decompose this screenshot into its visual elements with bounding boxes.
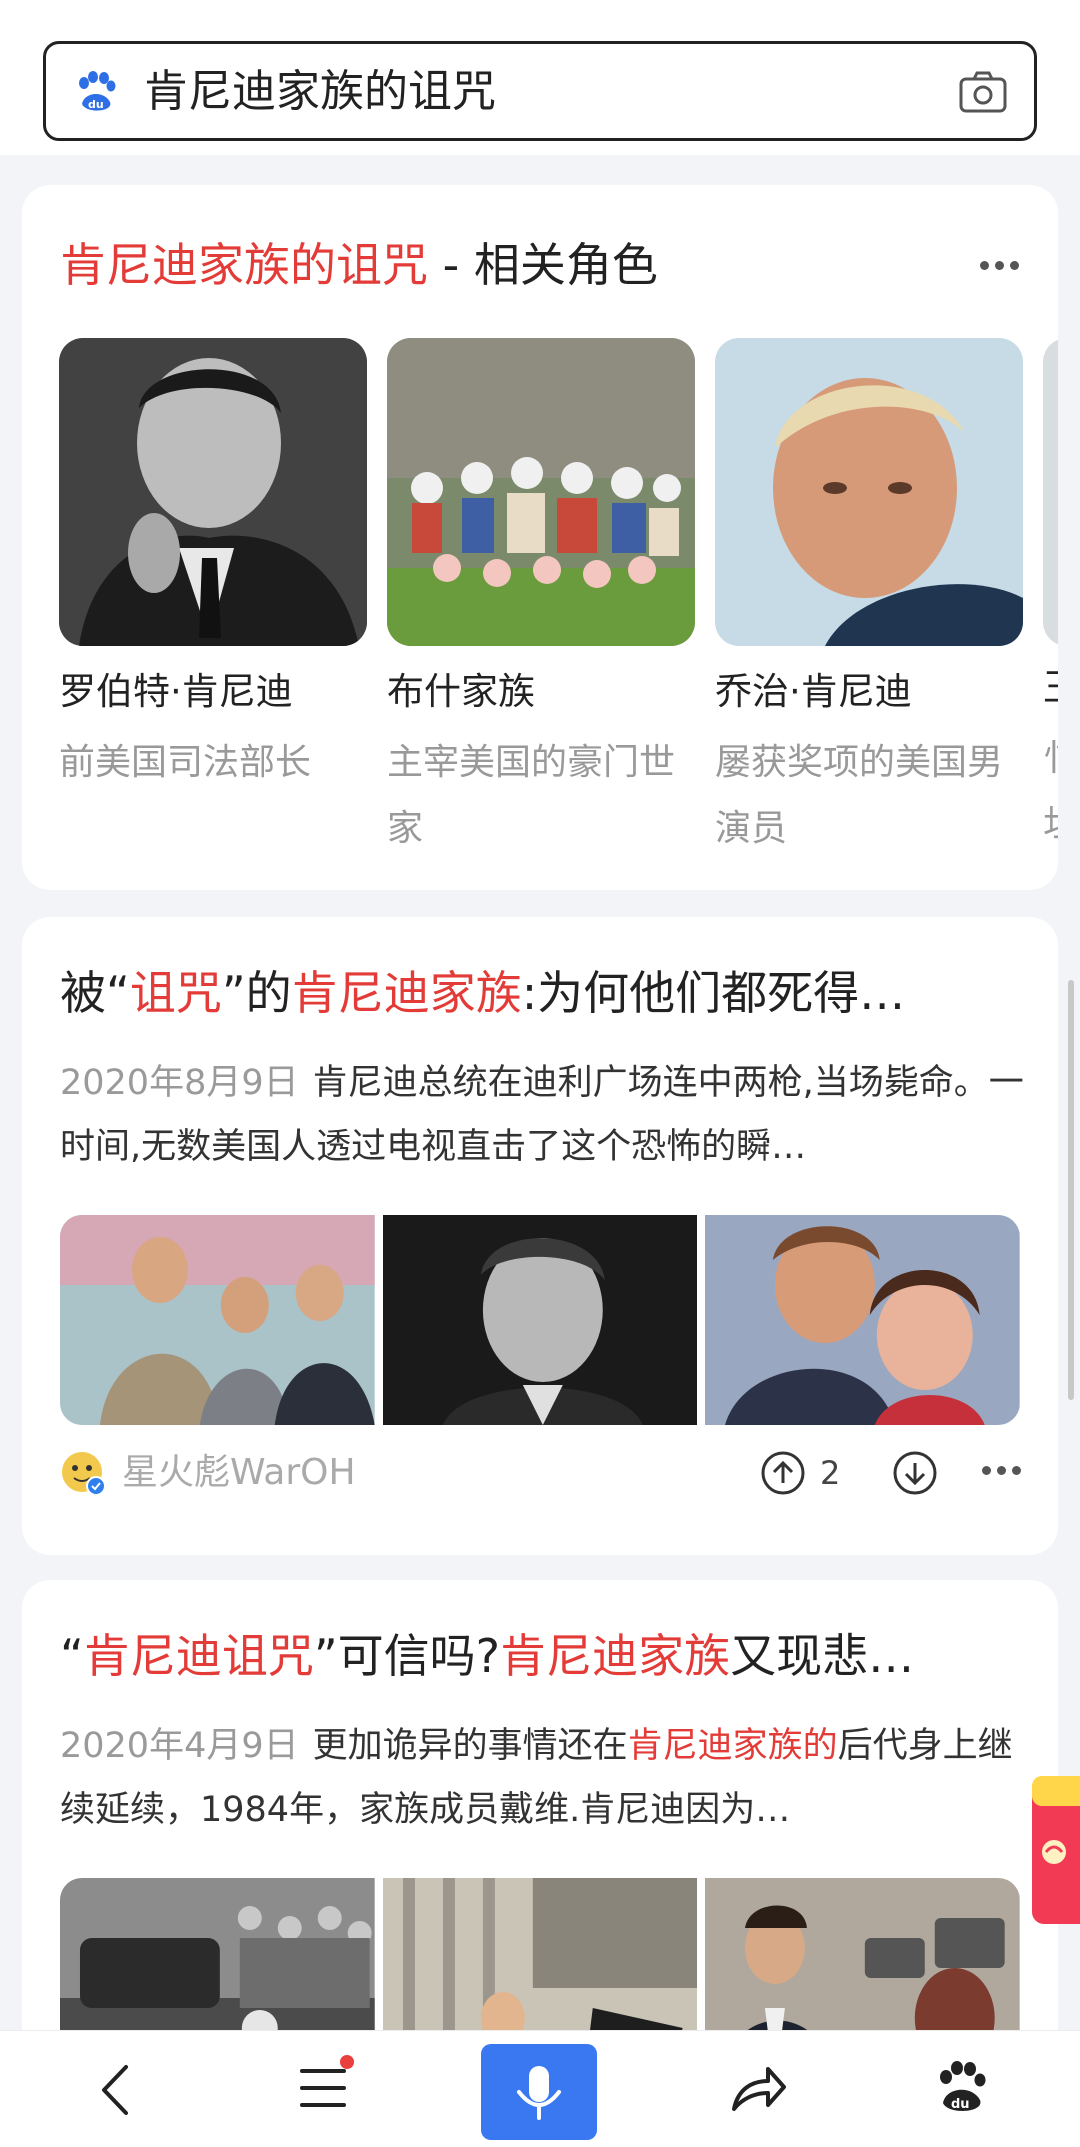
baidu-du-icon[interactable]: du (934, 2059, 990, 2115)
upvote-icon[interactable] (760, 1450, 806, 1496)
title-part: ”可信吗? (313, 1629, 501, 1683)
microphone-icon (517, 2066, 561, 2120)
thumbnail-jfk-portrait (382, 1215, 698, 1425)
voice-search-button[interactable] (481, 2044, 597, 2140)
role-photo (715, 338, 1023, 646)
role-card-bush-family[interactable]: 布什家族 主宰美国的豪门世家 (387, 338, 695, 862)
role-photo (387, 338, 695, 646)
snippet-text: 更加诡异的事情还在 (312, 1726, 628, 1766)
role-card-george-kennedy[interactable]: 乔治·肯尼迪 屡获奖项的美国男演员 (715, 338, 1023, 862)
more-options-icon[interactable] (982, 1466, 1022, 1478)
title-part-highlight: 肯尼迪家族 (500, 1629, 731, 1683)
role-desc: 屡获奖项的美国男演员 (715, 742, 1004, 849)
downvote-icon[interactable] (892, 1450, 938, 1496)
bottom-navigation: du (0, 2030, 1080, 2147)
article-snippet: 2020年8月9日 肯尼迪总统在迪利广场连中两枪,当场毙命。一时间,无数美国人透过… (60, 1051, 1030, 1179)
thumbnail-kennedy-brothers (60, 1215, 375, 1425)
title-part: “ (60, 1629, 84, 1683)
title-part-highlight: 肯尼迪诅咒 (83, 1629, 314, 1683)
menu-icon[interactable] (298, 2063, 352, 2113)
red-packet-float-icon[interactable] (1026, 1770, 1080, 1930)
top-search-bar: du 肯尼迪家族的诅咒 (0, 0, 1080, 155)
article-footer: 星火彪WarOH 2 (60, 1444, 1022, 1504)
svg-text:du: du (951, 2097, 970, 2112)
title-part-highlight: 诅咒 (129, 966, 222, 1020)
notification-dot (340, 2055, 354, 2069)
related-roles-title[interactable]: 肯尼迪家族的诅咒 - 相关角色 (60, 235, 658, 295)
role-card-robert-kennedy[interactable]: 罗伯特·肯尼迪 前美国司法部长 (59, 338, 367, 796)
title-part: 被“ (60, 966, 130, 1020)
role-photo (59, 338, 367, 646)
baidu-paw-icon: du (79, 71, 116, 111)
title-rest: - 相关角色 (428, 238, 658, 292)
title-part: :为何他们都死得… (521, 966, 906, 1020)
scrollbar[interactable] (1068, 980, 1074, 1400)
title-part: ”的 (221, 966, 292, 1020)
role-name: 王 (1043, 664, 1058, 712)
role-desc: 前美国司法部长 (59, 742, 312, 783)
more-options-icon[interactable] (980, 261, 1020, 273)
author-avatar[interactable] (60, 1450, 106, 1496)
title-part-highlight: 肯尼迪家族 (291, 966, 522, 1020)
search-input[interactable]: 肯尼迪家族的诅咒 (144, 66, 496, 118)
thumbnail-jfk-jackie (705, 1215, 1020, 1425)
related-roles-card: 肯尼迪家族的诅咒 - 相关角色 罗伯特·肯尼迪 前美国司法部长 布什家族 主宰美… (22, 185, 1058, 890)
role-desc: 忄 圵 (1043, 726, 1058, 858)
article-snippet: 2020年4月9日 更加诡异的事情还在肯尼迪家族的后代身上继续延续，1984年，家… (60, 1714, 1030, 1842)
role-photo (1043, 338, 1058, 646)
upvote-count: 2 (820, 1454, 841, 1492)
article-date: 2020年4月9日 (60, 1726, 299, 1766)
search-box[interactable]: du 肯尼迪家族的诅咒 (43, 41, 1037, 141)
share-icon[interactable] (728, 2061, 788, 2115)
title-highlight: 肯尼迪家族的诅咒 (60, 238, 428, 292)
svg-text:du: du (88, 98, 104, 111)
article-date: 2020年8月9日 (60, 1063, 299, 1103)
role-desc: 主宰美国的豪门世家 (387, 742, 676, 849)
author-name[interactable]: 星火彪WarOH (122, 1450, 356, 1496)
camera-icon[interactable] (958, 70, 1008, 114)
role-name: 乔治·肯尼迪 (715, 670, 912, 713)
article-thumbnails (60, 1215, 1020, 1425)
back-arrow-icon[interactable] (96, 2061, 136, 2119)
article-card-1[interactable]: 被“诅咒”的肯尼迪家族:为何他们都死得… 2020年8月9日 肯尼迪总统在迪利广场… (22, 917, 1058, 1555)
title-part: 又现悲… (730, 1629, 915, 1683)
article-title[interactable]: 被“诅咒”的肯尼迪家族:为何他们都死得… (60, 963, 905, 1023)
snippet-highlight: 肯尼迪家族的 (627, 1726, 838, 1766)
article-title[interactable]: “肯尼迪诅咒”可信吗?肯尼迪家族又现悲… (60, 1626, 914, 1686)
role-name: 布什家族 (387, 670, 535, 713)
role-card-partial[interactable]: 王 忄 圵 (1043, 338, 1058, 858)
role-name: 罗伯特·肯尼迪 (59, 670, 293, 713)
